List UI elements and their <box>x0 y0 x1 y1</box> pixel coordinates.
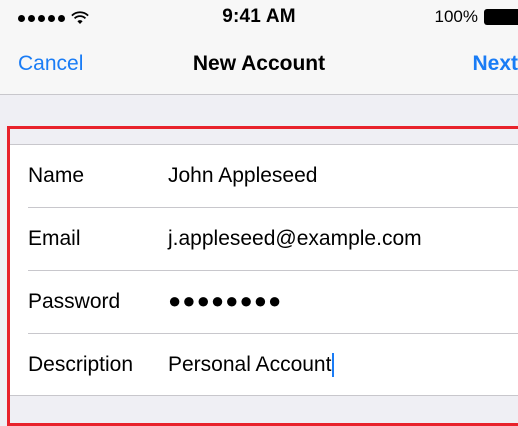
page-title: New Account <box>192 52 326 75</box>
navigation-bar: Cancel New Account Next <box>0 36 518 95</box>
highlight-box <box>7 126 518 426</box>
next-button[interactable]: Next <box>472 52 518 76</box>
battery-status: 100% <box>435 7 518 27</box>
battery-percent: 100% <box>434 7 478 26</box>
status-bar: 9:41 AM 100% <box>0 0 518 36</box>
battery-icon <box>484 9 518 25</box>
